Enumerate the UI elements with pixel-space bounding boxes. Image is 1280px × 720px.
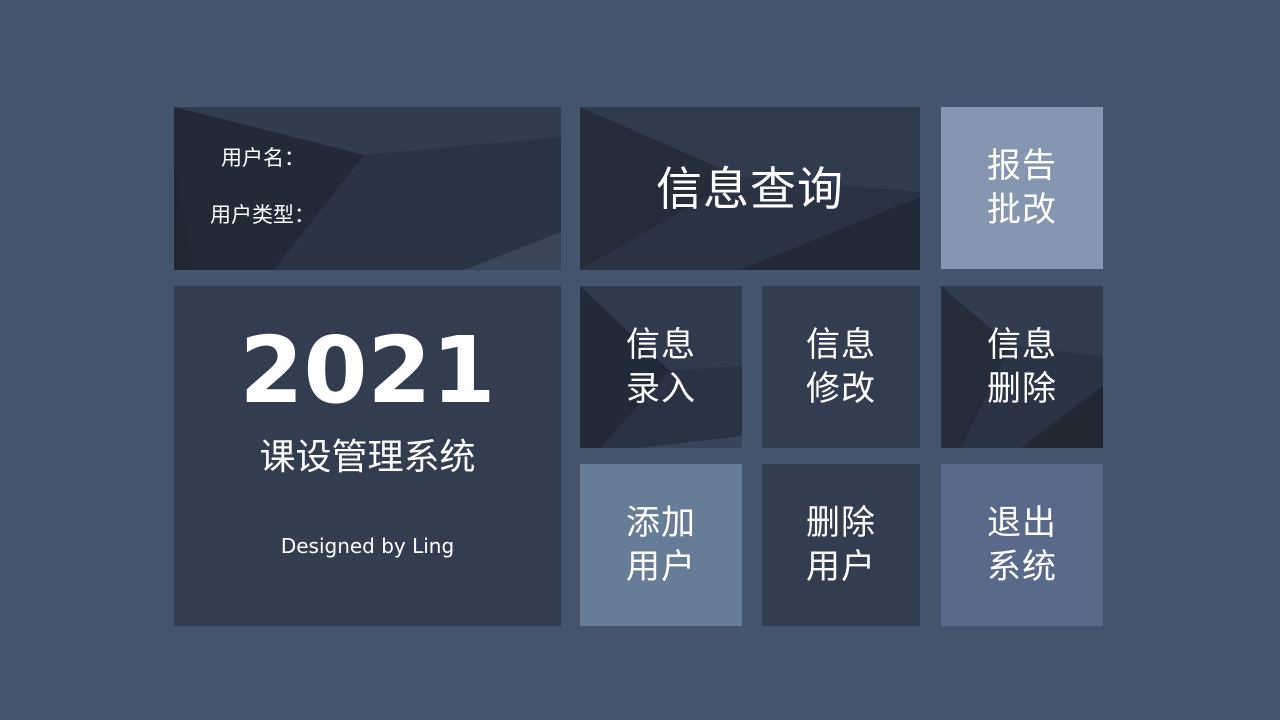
exit-system-label: 退出 系统 <box>987 503 1057 587</box>
add-user-button[interactable]: 添加 用户 <box>580 464 742 626</box>
info-modify-button[interactable]: 信息 修改 <box>762 286 920 448</box>
info-delete-label: 信息 删除 <box>987 325 1057 409</box>
delete-user-label: 删除 用户 <box>806 503 876 587</box>
info-entry-button[interactable]: 信息 录入 <box>580 286 742 448</box>
username-label: 用户名： <box>221 146 305 170</box>
designer-credit: Designed by Ling <box>280 534 455 558</box>
info-delete-button[interactable]: 信息 删除 <box>941 286 1103 448</box>
report-grading-label: 报告 批改 <box>987 146 1057 230</box>
usertype-label: 用户类型： <box>210 203 315 227</box>
info-modify-label: 信息 修改 <box>806 325 876 409</box>
delete-user-button[interactable]: 删除 用户 <box>762 464 920 626</box>
system-title: 课设管理系统 <box>259 437 476 478</box>
brand-year: 2021 <box>239 317 496 424</box>
info-query-label: 信息查询 <box>656 161 844 216</box>
add-user-label: 添加 用户 <box>626 503 696 587</box>
info-entry-label: 信息 录入 <box>626 325 696 409</box>
user-info-panel: 用户名： 用户类型： <box>174 107 561 270</box>
report-grading-button[interactable]: 报告 批改 <box>941 107 1103 269</box>
exit-system-button[interactable]: 退出 系统 <box>941 464 1103 626</box>
polygon-pattern <box>174 107 561 270</box>
info-query-button[interactable]: 信息查询 <box>580 107 920 270</box>
brand-panel: 2021 课设管理系统 Designed by Ling <box>174 286 561 626</box>
